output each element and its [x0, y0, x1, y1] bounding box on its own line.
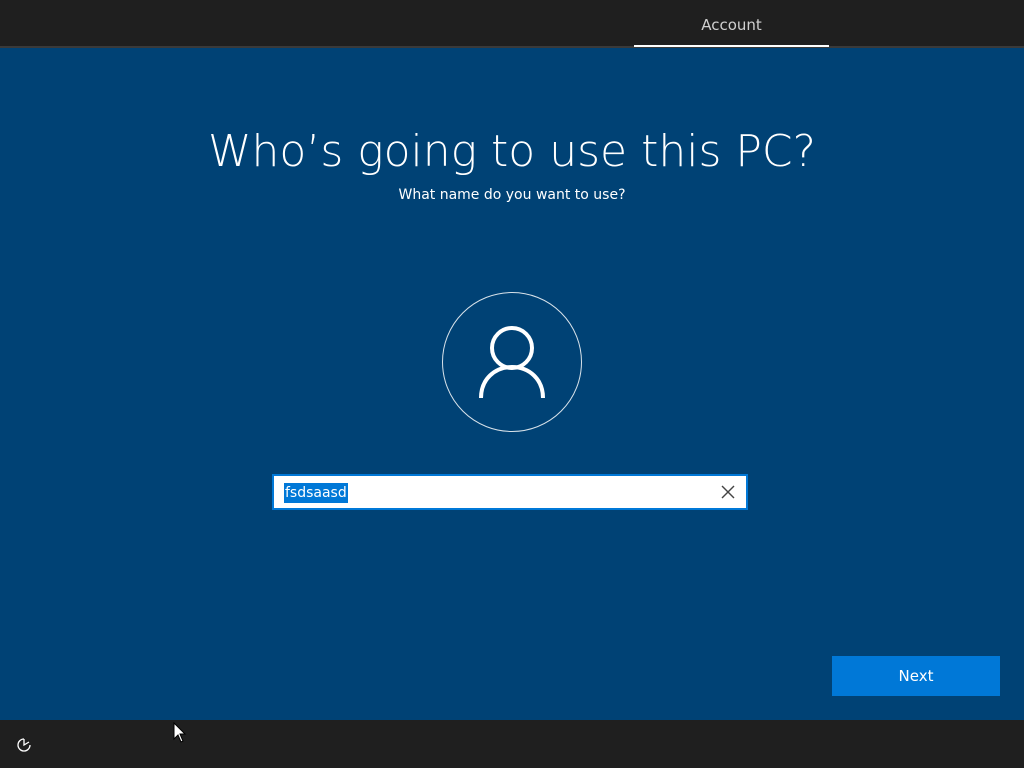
mouse-cursor-icon — [173, 722, 187, 743]
avatar — [442, 292, 582, 432]
user-icon — [479, 326, 545, 399]
next-button[interactable]: Next — [832, 656, 1000, 696]
active-tab-indicator — [634, 45, 829, 47]
name-field[interactable]: fsdsaasd — [272, 474, 748, 510]
bottom-bar — [0, 720, 1024, 768]
main-panel: Who’s going to use this PC? What name do… — [0, 48, 1024, 720]
page-subtitle: What name do you want to use? — [398, 187, 626, 203]
top-bar: Account — [0, 0, 1024, 48]
ease-of-access-icon[interactable] — [15, 736, 33, 754]
tab-account[interactable]: Account — [634, 0, 829, 46]
page-title: Who’s going to use this PC? — [208, 126, 816, 177]
close-icon[interactable] — [720, 484, 736, 500]
name-input-value[interactable]: fsdsaasd — [284, 483, 348, 503]
